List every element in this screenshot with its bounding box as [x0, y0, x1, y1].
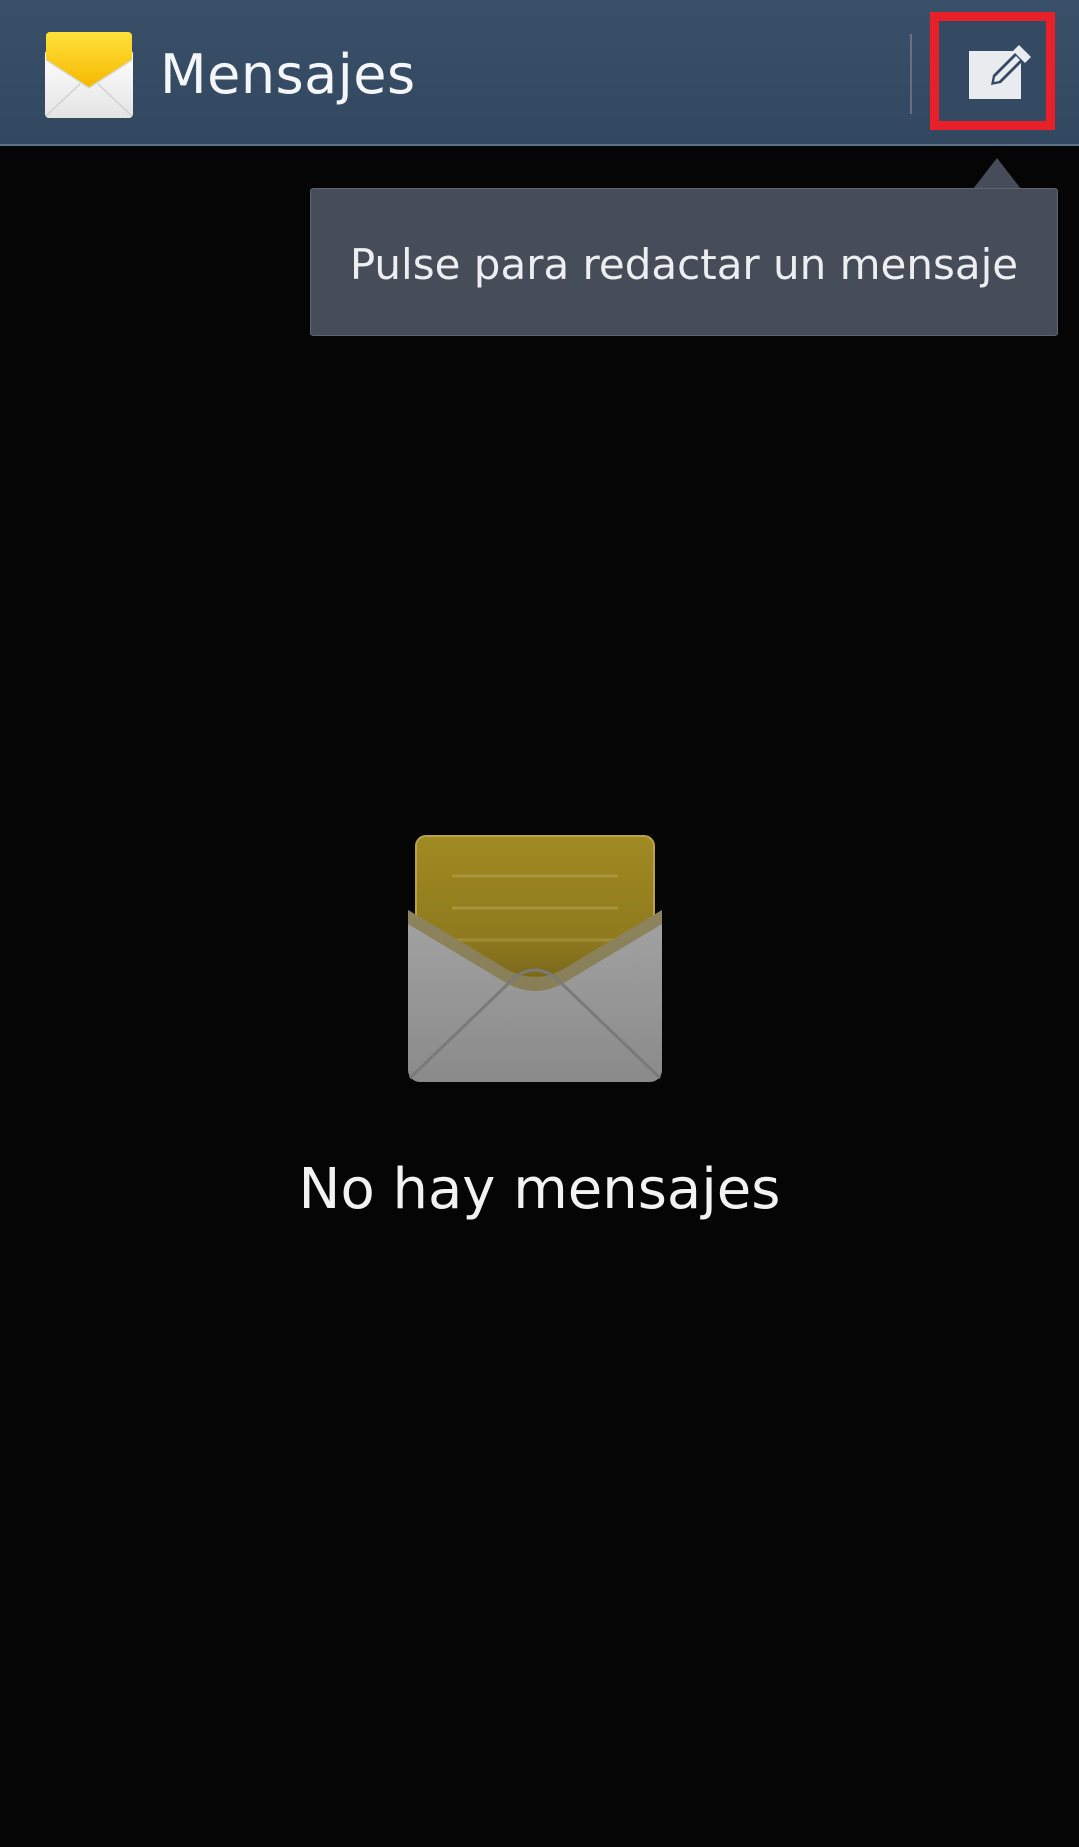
app-title: Mensajes	[160, 43, 416, 106]
messages-screen: Mensajes Pulse para redactar un mensaje	[0, 0, 1079, 1847]
envelope-yellow-icon	[45, 32, 133, 118]
compose-pencil-icon	[969, 45, 1031, 99]
action-bar-divider	[910, 34, 912, 114]
tooltip-arrow	[973, 158, 1021, 189]
open-envelope-icon	[408, 835, 662, 1082]
compose-tooltip[interactable]: Pulse para redactar un mensaje	[310, 188, 1058, 336]
compose-message-button[interactable]	[930, 12, 1055, 130]
action-bar: Mensajes	[0, 0, 1079, 146]
tooltip-text: Pulse para redactar un mensaje	[349, 239, 1019, 289]
empty-state-message: No hay mensajes	[298, 1157, 781, 1222]
